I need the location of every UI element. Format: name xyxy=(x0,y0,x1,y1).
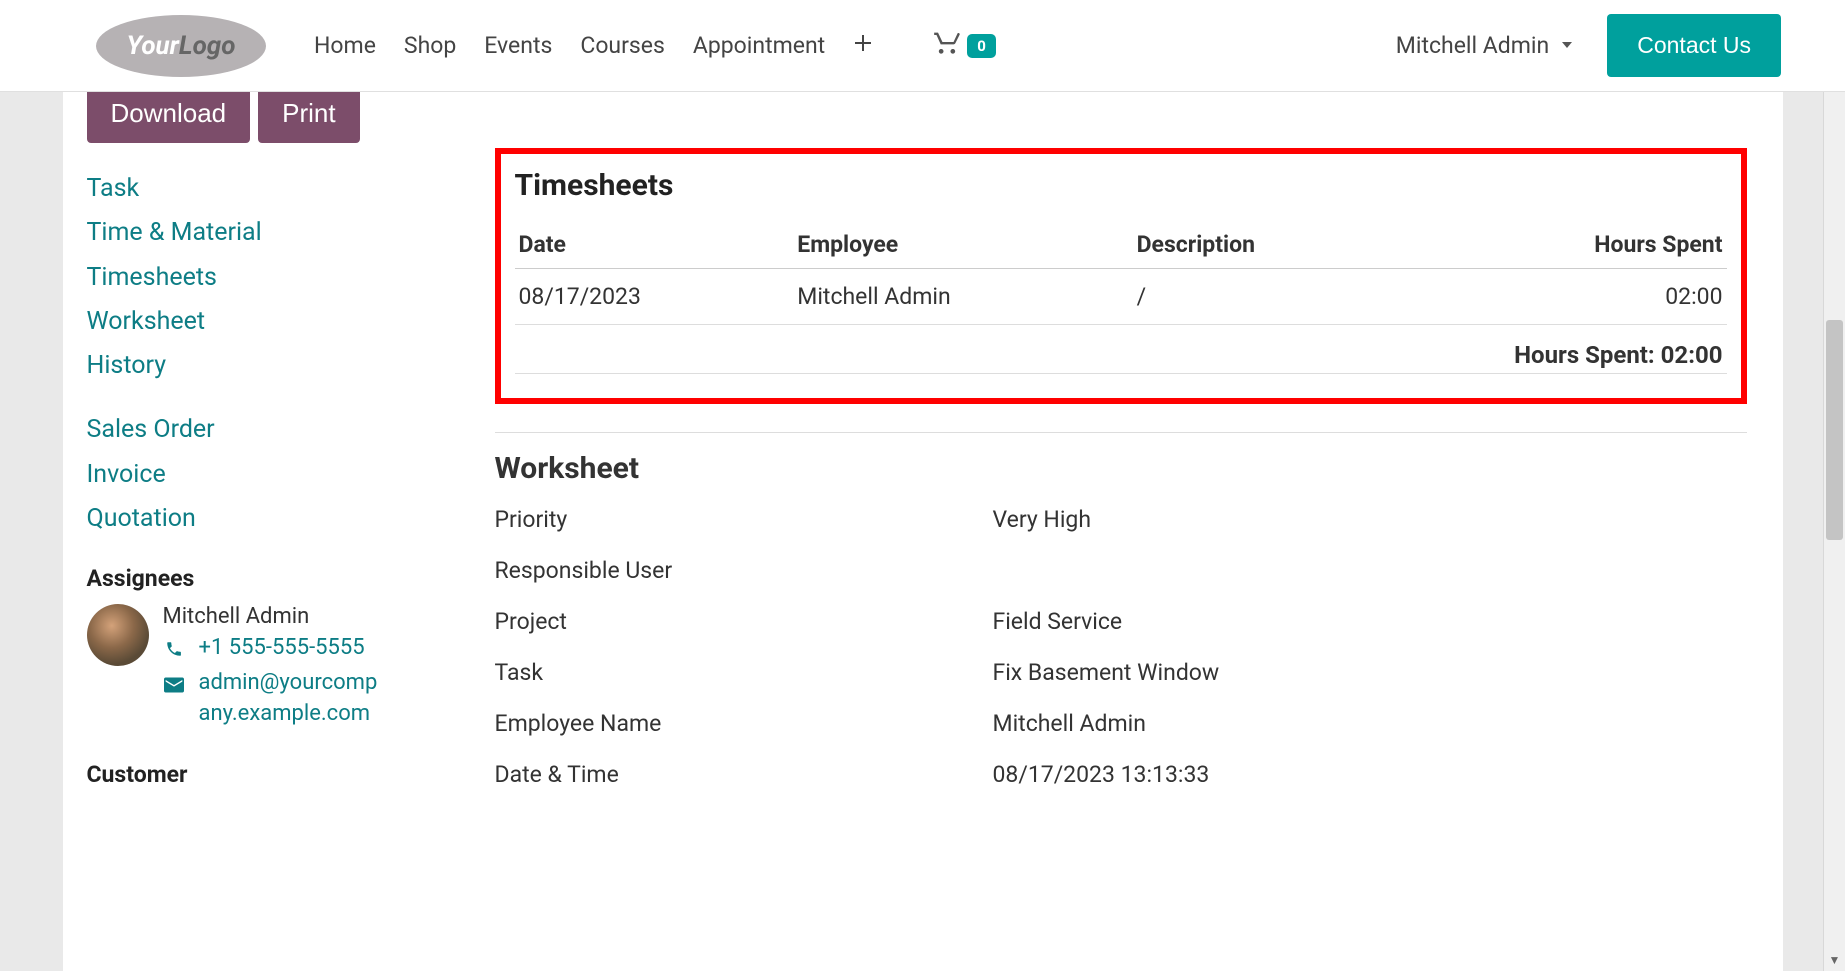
th-employee: Employee xyxy=(793,221,1132,269)
nav-links: Home Shop Events Courses Appointment xyxy=(314,32,873,59)
avatar xyxy=(87,604,149,666)
ws-label: Responsible User xyxy=(495,557,993,584)
ws-value: 08/17/2023 13:13:33 xyxy=(993,761,1210,788)
sidebar-link-invoice[interactable]: Invoice xyxy=(87,457,421,493)
logo-text-2: Logo xyxy=(179,31,236,61)
worksheet-row-task: Task Fix Basement Window xyxy=(495,659,1747,686)
sidebar-link-time-material[interactable]: Time & Material xyxy=(87,215,421,251)
divider xyxy=(495,432,1747,433)
th-description: Description xyxy=(1133,221,1509,269)
nav-courses[interactable]: Courses xyxy=(580,32,665,59)
ws-label: Project xyxy=(495,608,993,635)
table-row: 08/17/2023 Mitchell Admin / 02:00 xyxy=(515,269,1727,325)
cart[interactable]: 0 xyxy=(933,28,996,63)
timesheets-total: Hours Spent: 02:00 xyxy=(515,325,1727,374)
assignee-name: Mitchell Admin xyxy=(163,604,389,629)
user-name: Mitchell Admin xyxy=(1396,32,1549,59)
cell-description: / xyxy=(1133,269,1509,325)
assignee-email-link[interactable]: admin@yourcompany.example.com xyxy=(199,668,389,730)
assignees-heading: Assignees xyxy=(87,565,421,592)
scrollbar[interactable]: ▲ ▼ xyxy=(1823,0,1845,971)
cell-hours: 02:00 xyxy=(1508,269,1726,325)
th-hours: Hours Spent xyxy=(1508,221,1726,269)
cell-date: 08/17/2023 xyxy=(515,269,794,325)
ws-label: Priority xyxy=(495,506,993,533)
ws-label: Employee Name xyxy=(495,710,993,737)
sidebar-link-timesheets[interactable]: Timesheets xyxy=(87,260,421,296)
user-menu[interactable]: Mitchell Admin xyxy=(1396,32,1575,59)
scroll-down-icon[interactable]: ▼ xyxy=(1824,949,1845,971)
worksheet-row-project: Project Field Service xyxy=(495,608,1747,635)
ws-value: Fix Basement Window xyxy=(993,659,1220,686)
phone-icon xyxy=(163,639,185,663)
nav-shop[interactable]: Shop xyxy=(404,32,456,59)
worksheet-row-datetime: Date & Time 08/17/2023 13:13:33 xyxy=(495,761,1747,788)
nav-events[interactable]: Events xyxy=(484,32,552,59)
email-icon xyxy=(163,674,185,698)
nav-home[interactable]: Home xyxy=(314,32,376,59)
timesheets-heading: Timesheets xyxy=(515,168,1727,203)
sidebar-link-sales-order[interactable]: Sales Order xyxy=(87,412,421,448)
sidebar-link-task[interactable]: Task xyxy=(87,171,421,207)
nav-appointment[interactable]: Appointment xyxy=(693,32,825,59)
cart-icon xyxy=(933,28,961,63)
top-nav: YourLogo Home Shop Events Courses Appoin… xyxy=(0,0,1845,92)
sidebar-link-quotation[interactable]: Quotation xyxy=(87,501,421,537)
ws-label: Task xyxy=(495,659,993,686)
timesheets-section-highlight: Timesheets Date Employee Description Hou… xyxy=(495,148,1747,404)
scroll-thumb[interactable] xyxy=(1826,320,1843,540)
contact-us-button[interactable]: Contact Us xyxy=(1607,14,1781,77)
chevron-down-icon xyxy=(1559,32,1575,59)
th-date: Date xyxy=(515,221,794,269)
cell-employee: Mitchell Admin xyxy=(793,269,1132,325)
total-value: 02:00 xyxy=(1661,341,1723,369)
download-button[interactable]: Download xyxy=(87,92,251,143)
sidebar-link-worksheet[interactable]: Worksheet xyxy=(87,304,421,340)
logo-text-1: Your xyxy=(127,31,179,61)
worksheet-row-priority: Priority Very High xyxy=(495,506,1747,533)
customer-heading: Customer xyxy=(87,761,421,788)
sidebar-link-history[interactable]: History xyxy=(87,348,421,384)
total-label: Hours Spent: xyxy=(1514,341,1661,369)
assignee-phone-link[interactable]: +1 555-555-5555 xyxy=(199,633,365,664)
new-page-icon[interactable] xyxy=(853,33,873,59)
worksheet-heading: Worksheet xyxy=(495,451,1747,486)
ws-value: Field Service xyxy=(993,608,1123,635)
worksheet-row-employee: Employee Name Mitchell Admin xyxy=(495,710,1747,737)
print-button[interactable]: Print xyxy=(258,92,359,143)
logo[interactable]: YourLogo xyxy=(96,15,266,77)
ws-label: Date & Time xyxy=(495,761,993,788)
main-content: Timesheets Date Employee Description Hou… xyxy=(421,92,1747,971)
sidebar: Download Print Task Time & Material Time… xyxy=(63,92,421,971)
worksheet-row-responsible: Responsible User xyxy=(495,557,1747,584)
cart-count-badge: 0 xyxy=(967,34,996,58)
ws-value: Mitchell Admin xyxy=(993,710,1146,737)
timesheets-table: Date Employee Description Hours Spent 08… xyxy=(515,221,1727,325)
assignee-card: Mitchell Admin +1 555-555-5555 admin@you… xyxy=(87,604,421,733)
ws-value: Very High xyxy=(993,506,1092,533)
